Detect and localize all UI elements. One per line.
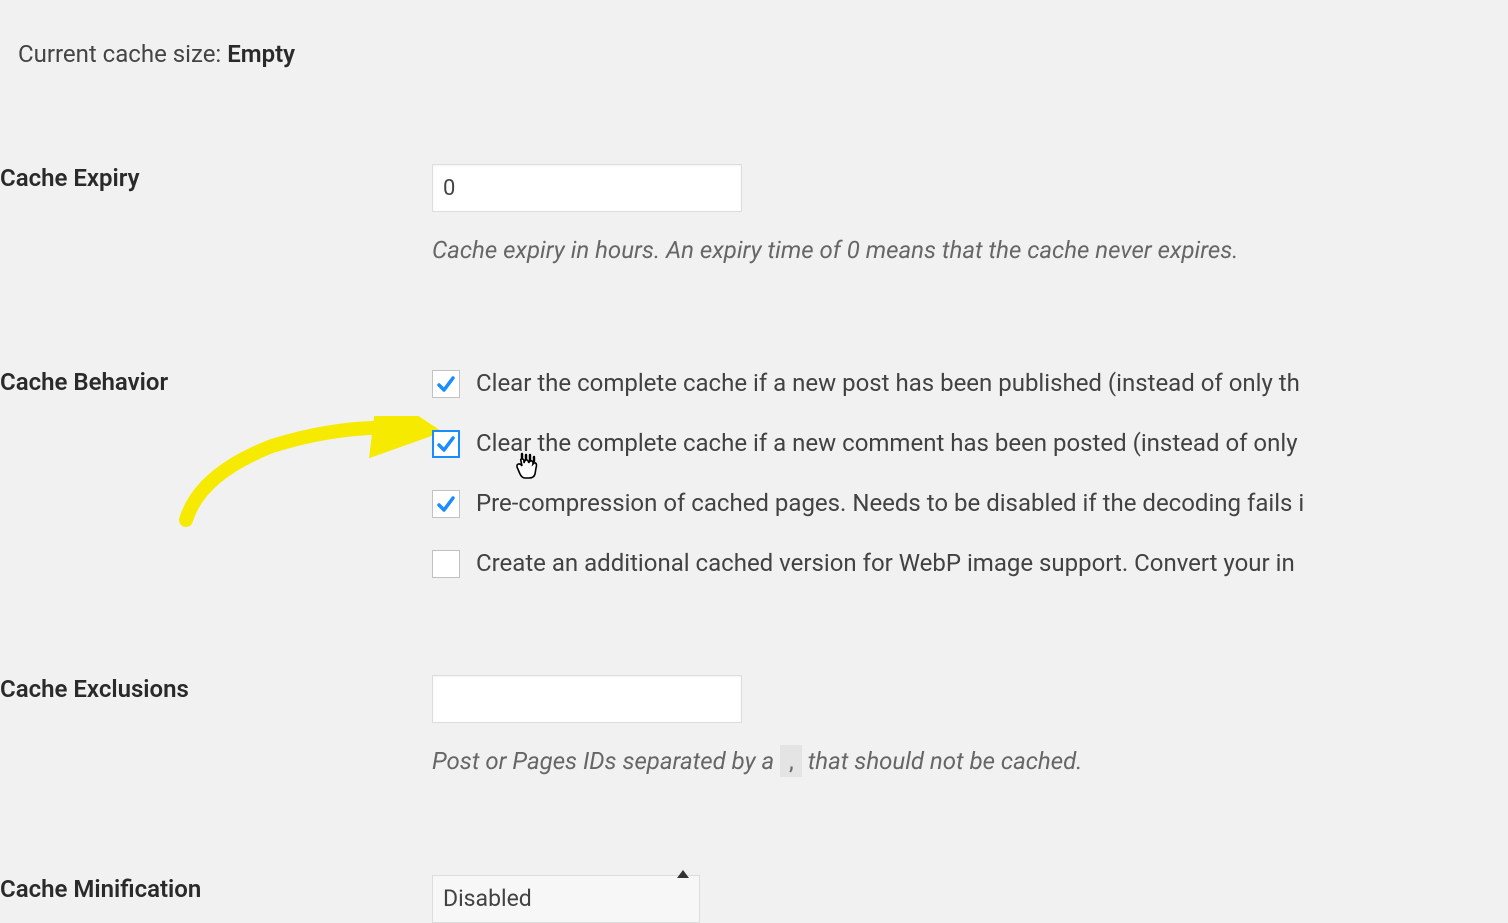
checkbox-label-clear-on-post[interactable]: Clear the complete cache if a new post h…	[476, 368, 1300, 399]
cache-minification-select[interactable]: Disabled	[432, 875, 700, 923]
check-icon	[436, 494, 456, 514]
cache-behavior-heading: Cache Behavior	[0, 268, 432, 580]
check-icon	[436, 434, 456, 454]
checkbox-webp[interactable]	[432, 550, 460, 578]
cache-minification-value: Disabled	[443, 885, 532, 912]
checkbox-label-webp[interactable]: Create an additional cached version for …	[476, 548, 1295, 579]
checkbox-clear-on-comment[interactable]	[432, 430, 460, 458]
cache-exclusions-heading: Cache Exclusions	[0, 579, 432, 779]
cache-expiry-heading: Cache Expiry	[0, 68, 432, 268]
cache-minification-heading: Cache Minification	[0, 779, 432, 923]
cache-exclusions-description: Post or Pages IDs separated by a , that …	[432, 745, 1508, 779]
cache-expiry-input[interactable]	[432, 164, 742, 212]
checkbox-row-webp: Create an additional cached version for …	[432, 548, 1508, 579]
checkbox-label-precompression[interactable]: Pre-compression of cached pages. Needs t…	[476, 488, 1304, 519]
checkbox-clear-on-post[interactable]	[432, 370, 460, 398]
checkbox-row-precompression: Pre-compression of cached pages. Needs t…	[432, 488, 1508, 519]
checkbox-precompression[interactable]	[432, 490, 460, 518]
cache-exclusions-input[interactable]	[432, 675, 742, 723]
check-icon	[436, 374, 456, 394]
cache-size-label: Current cache size:	[18, 40, 227, 68]
checkbox-label-clear-on-comment[interactable]: Clear the complete cache if a new commen…	[476, 428, 1298, 459]
cursor-icon	[514, 452, 540, 490]
select-arrows-icon	[677, 870, 689, 878]
cache-expiry-description: Cache expiry in hours. An expiry time of…	[432, 234, 1508, 268]
checkbox-row-clear-on-post: Clear the complete cache if a new post h…	[432, 368, 1508, 399]
checkbox-row-clear-on-comment: Clear the complete cache if a new commen…	[432, 428, 1508, 459]
cache-size-value: Empty	[227, 40, 295, 68]
